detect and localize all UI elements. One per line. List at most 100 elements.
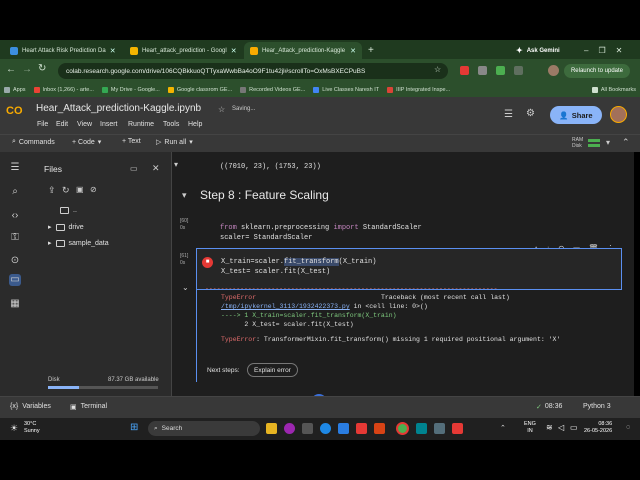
extension-icon[interactable] <box>496 66 505 75</box>
wifi-icon[interactable]: ≋ <box>546 423 553 432</box>
chevron-down-icon[interactable]: ▾ <box>606 138 610 147</box>
file-item-drive[interactable]: ▸ drive <box>48 223 84 231</box>
chrome-icon[interactable] <box>396 422 409 435</box>
commands-button[interactable]: ⌕ Commands <box>12 138 55 146</box>
user-avatar[interactable] <box>610 106 627 123</box>
volume-icon[interactable]: ◁ <box>558 423 564 432</box>
upload-icon[interactable]: ⇪ <box>48 185 56 196</box>
clock[interactable]: 08:36 26-05-2026 <box>584 421 612 435</box>
runtime-status[interactable]: ✓ 08:36 <box>536 403 562 411</box>
share-button[interactable]: 👤 Share <box>550 106 602 124</box>
add-code-button[interactable]: + Code ▾ <box>72 138 101 147</box>
close-tab-icon[interactable]: ✕ <box>231 47 237 55</box>
chevron-down-icon[interactable]: ▾ <box>174 160 178 169</box>
search-icon[interactable]: ⌕ <box>9 186 21 198</box>
menu-insert[interactable]: Insert <box>100 121 118 128</box>
edge-icon[interactable] <box>320 423 331 434</box>
colab-logo[interactable]: CO <box>6 105 23 117</box>
close-icon[interactable]: ✕ <box>152 163 160 174</box>
all-bookmarks[interactable]: All Bookmarks <box>591 87 636 93</box>
files-folder-icon[interactable]: ▭ <box>9 274 21 286</box>
output-toggle-icon[interactable]: ⌄ <box>182 283 189 292</box>
secrets-key-icon[interactable]: ⚿ <box>9 232 21 244</box>
menu-file[interactable]: File <box>37 121 48 128</box>
notebook-title[interactable]: Hear_Attack_prediction-Kaggle.ipynb <box>36 103 201 114</box>
tray-chevron-icon[interactable]: ⌃ <box>500 424 506 432</box>
close-tab-icon[interactable]: ✕ <box>350 47 356 55</box>
comment-icon[interactable]: ☰ <box>504 109 513 120</box>
reload-icon[interactable]: ↻ <box>38 63 46 74</box>
table-icon[interactable]: ▦ <box>9 298 21 310</box>
file-explorer-icon[interactable] <box>266 423 277 434</box>
bookmark-recorded[interactable]: Recorded Videos GE... <box>240 87 305 93</box>
close-window-icon[interactable]: ✕ <box>616 46 623 55</box>
language-indicator[interactable]: ENG IN <box>524 421 536 435</box>
runtime-type[interactable]: Python 3 <box>583 403 611 410</box>
add-text-button[interactable]: + Text <box>122 138 141 145</box>
bookmark-live[interactable]: Live Classes Naresh IT <box>313 87 379 93</box>
url-bar[interactable]: colab.research.google.com/drive/106CQBkk… <box>58 63 448 79</box>
explain-error-button[interactable]: Explain error <box>247 363 298 377</box>
resource-monitor[interactable]: RAM Disk <box>572 137 583 149</box>
notification-bell-icon[interactable]: ◌ <box>626 424 630 431</box>
collapse-section-icon[interactable]: ▾ <box>182 190 187 201</box>
minimize-icon[interactable]: – <box>584 46 588 55</box>
variables-button[interactable]: {x} Variables <box>10 403 51 410</box>
copilot-icon[interactable] <box>284 423 295 434</box>
app-icon[interactable] <box>338 423 349 434</box>
file-item-parent[interactable]: .. <box>60 207 77 214</box>
app-icon[interactable] <box>452 423 463 434</box>
extension-icon[interactable] <box>460 66 469 75</box>
terminal-button[interactable]: ▣ Terminal <box>70 403 107 411</box>
maximize-icon[interactable]: ❐ <box>598 46 605 55</box>
menu-view[interactable]: View <box>77 121 92 128</box>
collapse-icon[interactable]: ⌃ <box>622 137 630 148</box>
bookmark-inbox[interactable]: Inbox (1,266) - arte... <box>33 87 94 93</box>
run-cell-button[interactable]: ■ <box>202 257 213 268</box>
app-icon[interactable] <box>434 423 445 434</box>
browser-tab-1[interactable]: Heart Attack Risk Prediction Da ✕ <box>4 42 120 59</box>
app-icon[interactable] <box>356 423 367 434</box>
relaunch-button[interactable]: Relaunch to update <box>564 64 630 78</box>
file-link[interactable]: /tmp/ipykernel_3113/1932422373.py <box>221 303 350 310</box>
refresh-icon[interactable]: ↻ <box>62 185 70 196</box>
forward-icon[interactable]: → <box>22 64 32 75</box>
app-icon[interactable] <box>416 423 427 434</box>
browser-tab-2[interactable]: Heart_attack_prediction - Googl ✕ <box>124 42 240 59</box>
gamepad-icon[interactable]: ⊙ <box>9 255 21 267</box>
extension-icon[interactable] <box>478 66 487 75</box>
app-icon[interactable] <box>302 423 313 434</box>
star-icon[interactable]: ☆ <box>218 105 225 114</box>
code-cell-2[interactable]: ■ X_train=scaler.fit_transform(X_train) … <box>196 248 622 290</box>
bookmark-iiip[interactable]: IIIP Integrated Inspe... <box>387 87 450 93</box>
menu-edit[interactable]: Edit <box>56 121 68 128</box>
battery-icon[interactable]: ▭ <box>570 423 578 432</box>
code-cell-1[interactable]: from sklearn.preprocessing import Standa… <box>220 223 422 243</box>
browser-tab-3-active[interactable]: Hear_Attack_prediction-Kaggle ✕ <box>244 42 362 59</box>
ask-gemini-button[interactable]: ✦ Ask Gemini <box>510 42 572 59</box>
toc-icon[interactable]: ☰ <box>9 162 21 174</box>
powerpoint-icon[interactable] <box>374 423 385 434</box>
bookmark-star-icon[interactable]: ☆ <box>434 65 441 74</box>
bookmark-classroom[interactable]: Google classrom GE... <box>167 87 232 93</box>
menu-help[interactable]: Help <box>188 121 202 128</box>
settings-gear-icon[interactable]: ⚙ <box>526 108 535 119</box>
taskbar-search[interactable]: ⌕ Search <box>148 421 260 436</box>
windows-start-icon[interactable]: ⊞ <box>130 422 138 433</box>
menu-runtime[interactable]: Runtime <box>128 121 154 128</box>
weather-widget[interactable]: 30°C Sunny <box>24 421 40 435</box>
back-icon[interactable]: ← <box>6 64 16 75</box>
bookmark-drive[interactable]: My Drive - Google... <box>101 87 160 93</box>
code-snippets-icon[interactable]: ‹› <box>9 210 21 222</box>
new-tab-button[interactable]: + <box>362 42 378 59</box>
extensions-puzzle-icon[interactable] <box>514 66 523 75</box>
file-item-sample-data[interactable]: ▸ sample_data <box>48 239 109 247</box>
run-all-button[interactable]: ▷ Run all ▾ <box>156 138 193 147</box>
mount-drive-icon[interactable]: ▣ <box>76 185 84 194</box>
menu-tools[interactable]: Tools <box>163 121 179 128</box>
profile-avatar[interactable] <box>548 65 559 76</box>
open-in-tab-icon[interactable]: ▭ <box>130 164 138 173</box>
close-tab-icon[interactable]: ✕ <box>110 47 116 55</box>
hide-files-icon[interactable]: ⊘ <box>90 185 97 194</box>
bookmark-apps[interactable]: Apps <box>4 87 26 93</box>
